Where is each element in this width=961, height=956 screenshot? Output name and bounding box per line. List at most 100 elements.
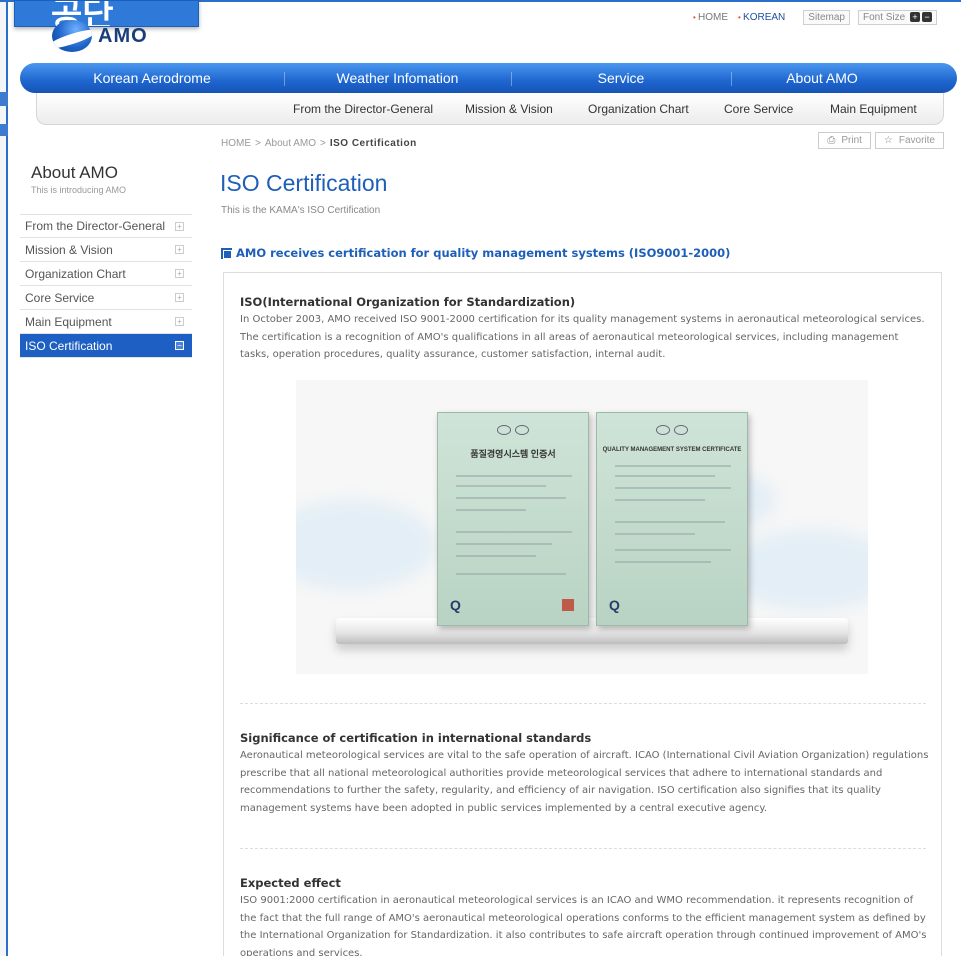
text-line: [456, 555, 536, 557]
background-block: [0, 124, 8, 136]
text-line: [615, 561, 711, 563]
text-line: [615, 499, 705, 501]
font-size-control: Font Size + −: [857, 10, 937, 25]
sitemap-button[interactable]: Sitemap: [803, 10, 850, 25]
breadcrumb-section[interactable]: About AMO: [265, 138, 316, 149]
main-nav-service[interactable]: Service: [511, 70, 731, 86]
sidebar-item-label: Core Service: [25, 290, 95, 305]
text-line: [456, 543, 552, 545]
section-heading-text: AMO receives certification for quality m…: [236, 246, 731, 260]
expand-icon: +: [175, 293, 184, 302]
logo-mark-icon: [52, 20, 92, 52]
site-logo[interactable]: AMO: [52, 20, 148, 52]
home-link[interactable]: HOME: [693, 12, 728, 23]
text-line: [456, 531, 572, 533]
sidebar-item-label: Main Equipment: [25, 314, 112, 329]
iso-body: In October 2003, AMO received ISO 9001-2…: [240, 314, 925, 360]
korean-certificate: 품질경영시스템 인증서 Q: [437, 412, 589, 626]
sub-navigation: From the Director-General Mission & Visi…: [36, 93, 944, 125]
sidebar-item-director-general[interactable]: From the Director-General +: [20, 214, 192, 238]
text-line: [615, 549, 731, 551]
text-line: [615, 487, 731, 489]
kpc-logo-icon: Q: [450, 597, 461, 613]
effect-title: Expected effect: [240, 876, 341, 890]
favorite-label: Favorite: [898, 135, 935, 146]
sidebar-item-core-service[interactable]: Core Service +: [20, 286, 192, 310]
favorite-button[interactable]: ☆ Favorite: [874, 132, 944, 149]
breadcrumb: HOME > About AMO > ISO Certification: [221, 138, 417, 149]
text-line: [615, 465, 731, 467]
print-label: Print: [841, 135, 862, 146]
text-line: [456, 475, 572, 477]
text-line: [456, 509, 526, 511]
logo-text: AMO: [98, 24, 148, 47]
korean-link[interactable]: KOREAN: [738, 12, 785, 23]
sidebar-item-main-equipment[interactable]: Main Equipment +: [20, 310, 192, 334]
sidebar-item-organization-chart[interactable]: Organization Chart +: [20, 262, 192, 286]
breadcrumb-separator: >: [255, 138, 261, 149]
page-title: ISO Certification: [220, 170, 388, 196]
sub-nav-organization-chart[interactable]: Organization Chart: [588, 102, 689, 116]
text-line: [615, 521, 725, 523]
page-tools: ⎙ Print ☆ Favorite: [814, 132, 944, 149]
main-nav-weather-information[interactable]: Weather Infomation: [284, 70, 511, 86]
page-subtitle: This is the KAMA's ISO Certification: [221, 205, 381, 216]
iso-title: ISO(International Organization for Stand…: [240, 295, 576, 309]
effect-body: ISO 9001:2000 certification in aeronauti…: [240, 895, 927, 956]
sidebar-item-label: Mission & Vision: [25, 242, 113, 257]
text-line: [615, 533, 695, 535]
expand-icon: +: [175, 245, 184, 254]
section-heading: AMO receives certification for quality m…: [221, 246, 730, 260]
main-navigation: Korean Aerodrome Weather Infomation Serv…: [20, 63, 957, 93]
english-certificate-title: QUALITY MANAGEMENT SYSTEM CERTIFICATE: [602, 447, 742, 453]
sidebar-item-label: From the Director-General: [25, 219, 166, 233]
section-divider: [240, 848, 926, 849]
font-size-label: Font Size: [862, 12, 906, 23]
sidebar-item-label: Organization Chart: [25, 266, 126, 281]
seal-icon: [656, 425, 670, 435]
expand-icon: +: [175, 317, 184, 326]
seal-icon: [515, 425, 529, 435]
sub-nav-core-service[interactable]: Core Service: [724, 102, 793, 116]
red-stamp-icon: [562, 599, 574, 611]
breadcrumb-home[interactable]: HOME: [221, 138, 251, 149]
font-increase-button[interactable]: +: [910, 12, 920, 22]
significance-title: Significance of certification in interna…: [240, 731, 592, 745]
breadcrumb-separator: >: [319, 138, 326, 149]
cloud-decoration: [296, 500, 436, 590]
shelf: [336, 618, 848, 644]
text-line: [456, 497, 566, 499]
breadcrumb-current: ISO Certification: [329, 138, 417, 149]
kpc-logo-icon: Q: [609, 597, 620, 613]
text-line: [456, 573, 566, 575]
printer-icon: ⎙: [827, 135, 836, 146]
main-nav-about-amo[interactable]: About AMO: [731, 70, 913, 86]
text-line: [615, 475, 715, 477]
sidebar-menu: From the Director-General + Mission & Vi…: [20, 214, 192, 358]
seal-row: [438, 425, 588, 435]
print-button[interactable]: ⎙ Print: [818, 132, 871, 149]
seal-icon: [497, 425, 511, 435]
sidebar-title: About AMO: [31, 163, 118, 182]
utility-links: HOME KOREAN Sitemap Font Size +−: [683, 10, 937, 25]
main-nav-korean-aerodrome[interactable]: Korean Aerodrome: [20, 70, 284, 86]
sub-nav-main-equipment[interactable]: Main Equipment: [830, 102, 917, 116]
sidebar-item-iso-certification[interactable]: ISO Certification −: [20, 334, 192, 358]
seal-row: [597, 425, 747, 435]
background-window-edge: [0, 0, 8, 956]
sub-nav-mission-vision[interactable]: Mission & Vision: [465, 102, 553, 116]
certificate-image: 품질경영시스템 인증서 Q QUALITY MANAGEMENT SYSTEM …: [296, 380, 868, 674]
square-bullet-icon: [221, 247, 232, 259]
text-line: [456, 485, 546, 487]
korean-certificate-title: 품질경영시스템 인증서: [470, 449, 556, 459]
seal-icon: [674, 425, 688, 435]
sidebar-subtitle: This is introducing AMO: [31, 185, 127, 195]
sidebar-item-mission-vision[interactable]: Mission & Vision +: [20, 238, 192, 262]
english-certificate: QUALITY MANAGEMENT SYSTEM CERTIFICATE Q: [596, 412, 748, 626]
sub-nav-director-general[interactable]: From the Director-General: [293, 102, 433, 116]
collapse-icon: −: [175, 341, 184, 350]
background-block: [0, 92, 8, 106]
font-decrease-button[interactable]: −: [922, 12, 932, 22]
expand-icon: +: [175, 269, 184, 278]
sidebar-item-label: ISO Certification: [25, 338, 113, 353]
